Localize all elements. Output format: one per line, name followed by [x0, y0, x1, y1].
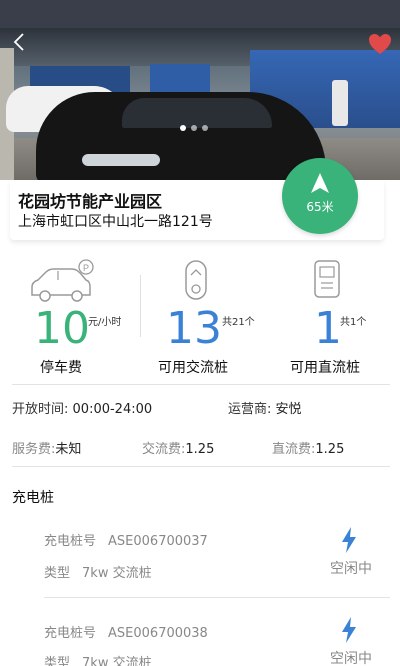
status-bar — [0, 0, 400, 28]
dc-fee: 直流费:1.25 — [272, 438, 344, 457]
heart-icon — [369, 34, 391, 54]
operator: 运营商: 安悦 — [228, 398, 302, 417]
service-fee: 服务费:未知 — [12, 438, 81, 457]
svg-text:P: P — [83, 263, 89, 273]
station-detail-page: 花园坊节能产业园区 上海市虹口区中山北一路121号 65米 P 10 元/小时 … — [0, 0, 400, 666]
station-photo — [0, 28, 400, 180]
back-button[interactable] — [8, 30, 30, 54]
parking-fee-label: 停车费 — [40, 360, 82, 376]
favorite-button[interactable] — [368, 33, 392, 55]
parking-fee-unit: 元/小时 — [88, 317, 122, 328]
ac-fee: 交流费:1.25 — [142, 438, 214, 457]
ac-fee-value: 1.25 — [185, 442, 215, 457]
pager-dot[interactable] — [191, 125, 197, 131]
stats-divider — [140, 275, 141, 337]
chevron-left-icon — [13, 33, 24, 51]
divider — [12, 466, 390, 467]
divider — [12, 384, 390, 385]
charger-type-value: 7kw 交流桩 — [82, 656, 152, 666]
charger-number: 充电桩号 ASE006700038 — [44, 622, 208, 641]
service-fee-value: 未知 — [55, 442, 82, 457]
charger-status: 空闲中 — [330, 651, 372, 666]
dc-charger-icon — [314, 260, 340, 298]
pager-dot[interactable] — [180, 125, 186, 131]
open-hours-label: 开放时间: — [12, 402, 69, 417]
station-stats: P 10 元/小时 停车费 13 共21个 可用交流桩 1 共1个 可用直流桩 — [0, 255, 400, 380]
charger-number-value: ASE006700037 — [108, 534, 208, 549]
ac-total: 共21个 — [222, 317, 255, 328]
car-parking-icon: P — [31, 259, 94, 302]
parking-fee-value: 10 — [34, 303, 90, 354]
lightning-icon — [342, 617, 356, 643]
distance-label: 65米 — [306, 200, 334, 214]
charger-number: 充电桩号 ASE006700037 — [44, 530, 208, 549]
chargers-section-title: 充电桩 — [12, 490, 54, 506]
operator-value: 安悦 — [275, 402, 302, 417]
ac-available-value: 13 — [166, 303, 222, 354]
photo-pager[interactable] — [180, 125, 208, 131]
dc-available-label: 可用直流桩 — [290, 360, 360, 376]
navigate-button[interactable]: 65米 — [282, 158, 358, 234]
charger-number-label: 充电桩号 — [44, 626, 97, 641]
charger-list-item[interactable]: 充电桩号 ASE006700037 类型 7kw 交流桩 空闲中 — [44, 524, 390, 604]
charger-number-value: ASE006700038 — [108, 626, 208, 641]
station-address: 上海市虹口区中山北一路121号 — [18, 214, 213, 230]
open-hours-value: 00:00-24:00 — [72, 402, 153, 417]
charger-type-label: 类型 — [44, 656, 71, 666]
charger-status: 空闲中 — [330, 561, 372, 577]
dc-fee-label: 直流费: — [272, 442, 316, 457]
dc-available-value: 1 — [314, 303, 342, 354]
divider — [44, 597, 390, 598]
ac-charger-icon — [185, 260, 207, 300]
lightning-icon — [342, 527, 356, 553]
navigation-arrow-icon — [311, 173, 329, 193]
charger-type-value: 7kw 交流桩 — [82, 566, 152, 581]
dc-total: 共1个 — [340, 317, 367, 328]
pager-dot[interactable] — [202, 125, 208, 131]
open-hours: 开放时间: 00:00-24:00 — [12, 398, 152, 417]
ac-fee-label: 交流费: — [142, 442, 186, 457]
service-fee-label: 服务费: — [12, 442, 56, 457]
charger-type: 类型 7kw 交流桩 — [44, 562, 152, 581]
charger-number-label: 充电桩号 — [44, 534, 97, 549]
operator-label: 运营商: — [228, 402, 272, 417]
charger-type-label: 类型 — [44, 566, 71, 581]
charger-list-item[interactable]: 充电桩号 ASE006700038 类型 7kw 交流桩 空闲中 — [44, 614, 390, 666]
station-name: 花园坊节能产业园区 — [18, 192, 163, 211]
ac-available-label: 可用交流桩 — [158, 360, 228, 376]
charger-type: 类型 7kw 交流桩 — [44, 652, 152, 666]
dc-fee-value: 1.25 — [315, 442, 345, 457]
